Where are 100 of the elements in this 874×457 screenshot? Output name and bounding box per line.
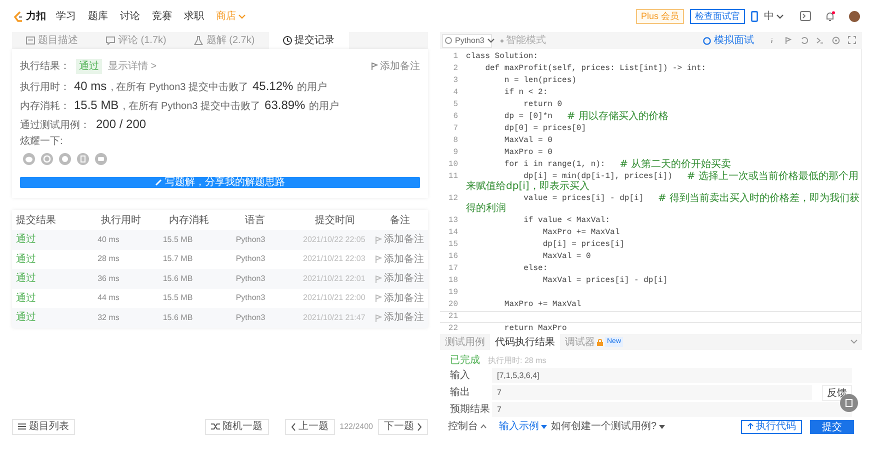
table-cell-text: 2021/10/21 21:47 [303,312,366,324]
share-icon[interactable] [41,153,53,165]
table-cell-text: 2021/10/21 22:01 [303,272,366,285]
add-note-button[interactable]: 添加备注 [374,232,424,248]
shop-link[interactable]: 商店 [216,8,246,24]
table-cell-text: 44 ms [98,292,120,304]
field-label: 内存消耗： [20,100,70,114]
add-note-button[interactable]: 添加备注 [374,252,424,267]
stat-value: 15.5 MB [74,97,119,114]
pencil-icon [155,179,162,186]
console-tab[interactable]: 代码执行结果 [490,334,560,350]
table-cell-text: Python3 [236,292,266,304]
nav-link[interactable]: 讨论 [120,8,140,24]
help-link[interactable]: 如何创建一个测试用例? [551,419,665,434]
stat-value: 200 / 200 [96,116,146,133]
line-number: 16 [447,252,459,262]
next-button[interactable]: 下一题 [378,418,428,434]
flag-icon[interactable] [784,36,792,45]
settings-icon[interactable] [832,36,840,45]
chevron-left-icon [290,422,296,430]
nav-link[interactable]: 题库 [88,8,108,24]
language-menu[interactable]: 中 [764,8,784,24]
console-toggle[interactable]: 控制台 [448,419,487,434]
console-tab[interactable]: 测试用例 [440,334,490,350]
result-link[interactable]: 通过 [16,271,98,286]
phone-icon[interactable] [751,10,758,22]
smart-mode-button[interactable]: 智能模式 [500,33,546,48]
plus-button[interactable]: Plus 会员 [636,8,684,24]
submit-button[interactable]: 提交 [810,420,854,434]
previous-button[interactable]: 上一题 [284,418,335,434]
share-icon[interactable] [59,153,71,165]
undo-icon[interactable] [800,36,808,45]
share-icon[interactable] [23,153,35,165]
add-note-button[interactable]: 添加备注 [374,290,424,306]
tab[interactable]: 评论 (1.7k) [92,32,180,49]
column-header: 内存消耗 [169,214,210,228]
nav-link[interactable]: 学习 [56,8,76,24]
code-line: else: [522,264,549,274]
line-number: 12 [447,194,459,205]
details-link[interactable]: 显示详情 > [108,58,157,74]
code-line: value = prices[i] - dp[i] # 得到当前卖出买入时的价格差，即为我们获得的利润 [466,194,861,214]
code-line: MaxPro += MaxVal [542,228,621,238]
clock-icon [282,36,292,45]
line-number: 22 [447,324,459,334]
tab[interactable]: 提交记录 [268,32,349,49]
line-number: 9 [452,148,459,158]
language-select[interactable]: Python3 [442,34,492,48]
avatar-icon[interactable] [849,10,860,22]
caret-icon [776,12,784,20]
run-code-button[interactable]: 执行代码 [741,420,802,434]
random-button[interactable]: 随机一题 [204,418,269,434]
table-cell-text: 15.6 MB [162,312,194,324]
console-icon[interactable] [800,11,811,21]
result-link[interactable]: 通过 [16,252,98,267]
caret-icon [658,424,665,428]
output-field: 7 [492,402,852,417]
table-cell-text: 40 ms [98,234,120,246]
line-number: 11 [447,172,459,183]
mock-interview-button[interactable]: 模拟面试 [703,33,754,48]
code-line: MaxPro += MaxVal [503,300,582,310]
code-line: return MaxPro [503,324,568,334]
flag-icon [371,62,378,70]
chevron-down-icon[interactable] [850,339,858,345]
column-header: 备注 [390,214,411,228]
logo-text[interactable]: 力扣 [26,8,46,24]
logo-icon [14,10,23,22]
nav-link[interactable]: 竞赛 [152,8,172,24]
result-link[interactable]: 通过 [16,232,98,248]
code-line: MaxVal = 0 [542,252,592,262]
add-note-button[interactable]: 添加备注 [374,310,424,326]
add-note-button[interactable]: 添加备注 [374,271,424,286]
result-link[interactable]: 通过 [16,310,98,326]
add-note-button[interactable]: 添加备注 [371,58,420,74]
field-label: 执行结果： [20,60,70,74]
stat-percent: 63.89% [264,97,306,114]
comment-icon [106,36,115,45]
table-cell-text: 2021/10/21 22:00 [303,292,366,304]
terminal-icon[interactable] [816,36,824,45]
output-field: [7,1,5,3,6,4] [492,368,852,383]
tab[interactable]: 题解 (2.7k) [180,32,269,49]
dot-icon [500,38,504,42]
share-icon[interactable] [77,153,89,165]
table-cell-text: Python3 [236,272,266,285]
fullscreen-icon[interactable] [848,36,856,45]
share-icon[interactable] [95,153,107,165]
input-sample-link[interactable]: 输入示例 [499,419,547,434]
runtime-text: 执行用时: 28 ms [488,355,546,367]
nav-link[interactable]: 求职 [184,8,204,24]
interview-button[interactable]: 检查面试官 [690,8,745,24]
line-number: 21 [447,312,459,322]
code-editor[interactable] [440,49,862,334]
bell-icon[interactable] [825,10,835,22]
tab[interactable]: 题目描述 [12,32,92,49]
problem-list-button[interactable]: 题目列表 [12,418,75,434]
result-link[interactable]: 通过 [16,290,98,306]
table-cell-text: 2021/10/22 22:05 [303,234,366,246]
stat-value: 40 ms [74,78,107,95]
table-cell-text: 32 ms [98,312,120,324]
write-solution-button[interactable]: 写题解，分享我的解题思路 [20,177,420,188]
flag-icon [374,236,382,244]
